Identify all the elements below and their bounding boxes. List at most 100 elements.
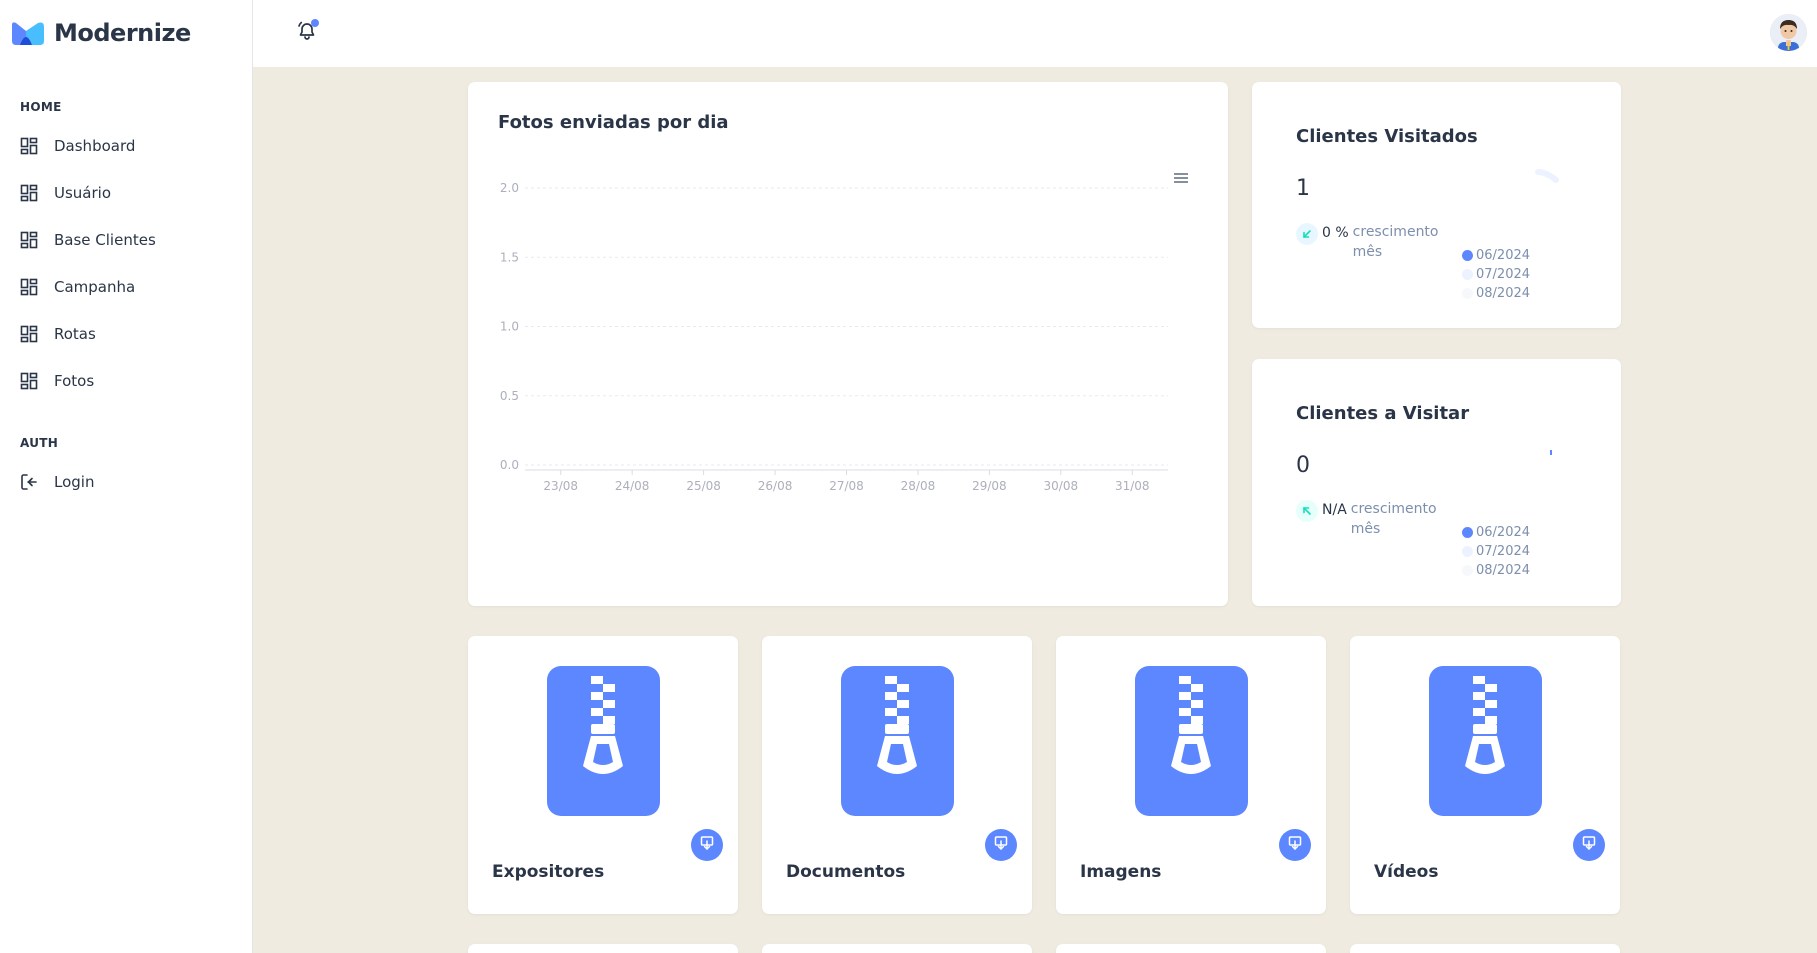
mini-donut-chart [1532, 166, 1572, 206]
legend-item: 06/2024 [1462, 523, 1530, 542]
sidebar-item-dashboard[interactable]: Dashboard [20, 130, 240, 162]
legend-label: 06/2024 [1476, 248, 1531, 263]
mini-donut-chart [1532, 443, 1572, 541]
unread-badge [311, 19, 319, 27]
growth-value: 0 % [1322, 225, 1349, 241]
layout-dashboard-icon [20, 325, 38, 343]
sidebar-item-label: Fotos [54, 372, 95, 390]
zip-file-icon [1429, 666, 1542, 816]
x-tick-label: 27/08 [829, 479, 864, 493]
legend-dot [1462, 269, 1473, 280]
layout-dashboard-icon [20, 372, 38, 390]
sidebar-item-login[interactable]: Login [20, 466, 240, 498]
app-name: Modernize [54, 19, 191, 47]
y-tick-label: 1.5 [500, 250, 519, 264]
sidebar-item-label: Base Clientes [54, 231, 156, 249]
sidebar-item-label: Campanha [54, 278, 136, 296]
sidebar-item-base-clientes[interactable]: Base Clientes [20, 224, 240, 256]
x-tick-label: 25/08 [686, 479, 721, 493]
growth-label: crescimento mês [1350, 501, 1437, 537]
legend-item: 07/2024 [1462, 542, 1530, 561]
download-button[interactable] [691, 829, 723, 861]
legend-label: 07/2024 [1476, 267, 1531, 282]
file-card-partial[interactable] [468, 944, 738, 953]
x-tick-label: 23/08 [543, 479, 578, 493]
file-card-imagens[interactable]: Imagens [1056, 636, 1326, 914]
sidebar-item-rotas[interactable]: Rotas [20, 318, 240, 350]
legend-dot [1462, 288, 1473, 299]
file-card-videos[interactable]: Vídeos [1350, 636, 1620, 914]
hamburger-menu-icon[interactable] [1172, 169, 1190, 187]
legend-label: 06/2024 [1476, 525, 1531, 540]
legend-label: 08/2024 [1476, 563, 1531, 578]
notifications-button[interactable] [296, 19, 320, 46]
x-tick-label: 26/08 [758, 479, 793, 493]
sidebar-item-fotos[interactable]: Fotos [20, 365, 240, 397]
x-tick-label: 29/08 [972, 479, 1007, 493]
stat-value: 1 [1296, 176, 1310, 201]
y-tick-label: 1.0 [500, 320, 519, 334]
x-tick-label: 24/08 [615, 479, 650, 493]
arrow-up-left-icon [1296, 500, 1318, 522]
sidebar-item-label: Usuário [54, 184, 112, 202]
sidebar-item-campanha[interactable]: Campanha [20, 271, 240, 303]
growth-label: crescimento mês [1352, 224, 1439, 260]
app-logo[interactable]: Modernize [10, 18, 191, 48]
file-card-partial[interactable] [1350, 944, 1620, 953]
file-card-expositores[interactable]: Expositores [468, 636, 738, 914]
y-tick-label: 2.0 [500, 181, 519, 195]
zip-file-icon [547, 666, 660, 816]
layout-dashboard-icon [20, 137, 38, 155]
chart-legend: 06/2024 07/2024 08/2024 [1462, 246, 1612, 303]
nav-section-auth: AUTH [20, 436, 59, 450]
line-chart: 0.0 0.5 1.0 1.5 2.0 23/08 24/08 25/08 26/08 27/08… [500, 181, 1168, 493]
file-name: Imagens [1080, 862, 1162, 882]
layout-dashboard-icon [20, 231, 38, 249]
stat-growth: N/A crescimento mês [1296, 499, 1461, 539]
bell-icon [296, 21, 318, 46]
file-name: Documentos [786, 862, 906, 882]
file-card-partial[interactable] [1056, 944, 1326, 953]
x-tick-label: 28/08 [901, 479, 936, 493]
download-icon [993, 835, 1009, 855]
sidebar-item-usuario[interactable]: Usuário [20, 177, 240, 209]
download-icon [1287, 835, 1303, 855]
stat-growth: 0 % crescimento mês [1296, 222, 1463, 262]
stat-value: 0 [1296, 453, 1310, 478]
x-tick-label: 30/08 [1044, 479, 1079, 493]
layout-dashboard-icon [20, 184, 38, 202]
zip-file-icon [1135, 666, 1248, 816]
file-card-documentos[interactable]: Documentos [762, 636, 1032, 914]
legend-dot [1462, 546, 1473, 557]
photos-per-day-card: Fotos enviadas por dia 0.0 0.5 1.0 1.5 2.0 23… [468, 82, 1228, 606]
nav-section-home: HOME [20, 100, 62, 114]
legend-item: 06/2024 [1462, 246, 1530, 265]
x-tick-label: 31/08 [1115, 479, 1150, 493]
chart-title: Fotos enviadas por dia [498, 112, 729, 133]
legend-dot [1462, 527, 1473, 538]
sidebar-item-label: Rotas [54, 325, 96, 343]
layout-dashboard-icon [20, 278, 38, 296]
arrow-down-left-icon [1296, 223, 1318, 245]
stat-title: Clientes Visitados [1296, 126, 1478, 147]
legend-dot [1462, 565, 1473, 576]
file-card-partial[interactable] [762, 944, 1032, 953]
growth-value: N/A [1322, 502, 1347, 518]
stat-card-visitados: Clientes Visitados 1 0 % crescimento mês… [1252, 82, 1621, 328]
logo-icon [10, 19, 46, 47]
download-button[interactable] [1279, 829, 1311, 861]
file-name: Vídeos [1374, 862, 1439, 882]
download-icon [699, 835, 715, 855]
user-avatar[interactable] [1770, 14, 1807, 51]
file-name: Expositores [492, 862, 605, 882]
login-icon [20, 473, 38, 491]
sidebar-item-label: Dashboard [54, 137, 136, 155]
legend-item: 07/2024 [1462, 265, 1530, 284]
y-tick-label: 0.5 [500, 389, 519, 403]
download-button[interactable] [985, 829, 1017, 861]
top-header [253, 0, 1817, 67]
download-icon [1581, 835, 1597, 855]
legend-dot [1462, 250, 1473, 261]
zip-file-icon [841, 666, 954, 816]
download-button[interactable] [1573, 829, 1605, 861]
